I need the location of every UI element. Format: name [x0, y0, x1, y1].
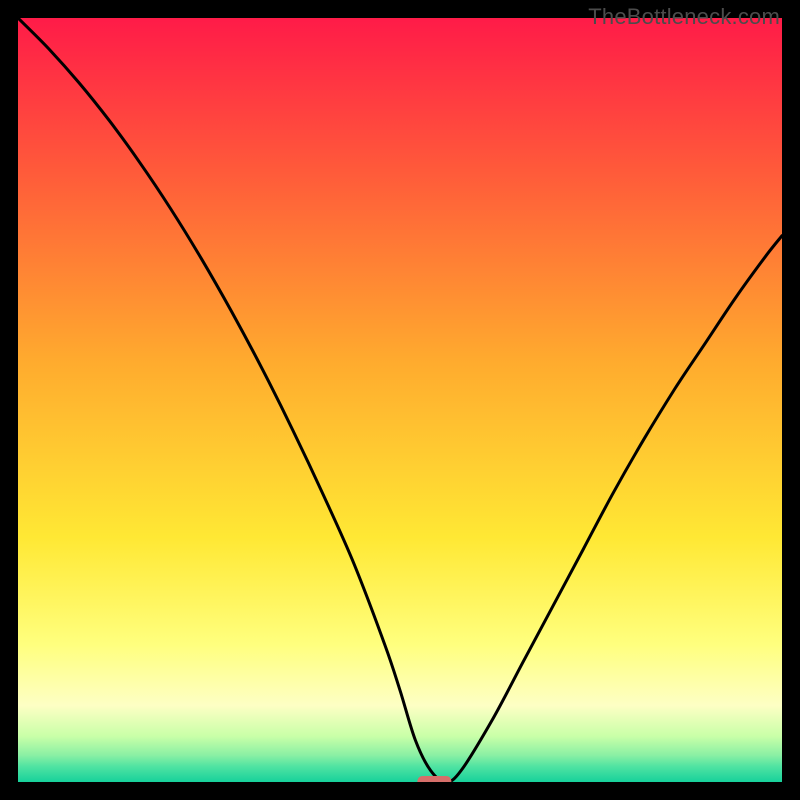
watermark-text: TheBottleneck.com: [588, 4, 780, 30]
chart-frame: TheBottleneck.com: [0, 0, 800, 800]
optimum-marker: [417, 776, 451, 782]
plot-area: [18, 18, 782, 782]
bottleneck-chart: [18, 18, 782, 782]
